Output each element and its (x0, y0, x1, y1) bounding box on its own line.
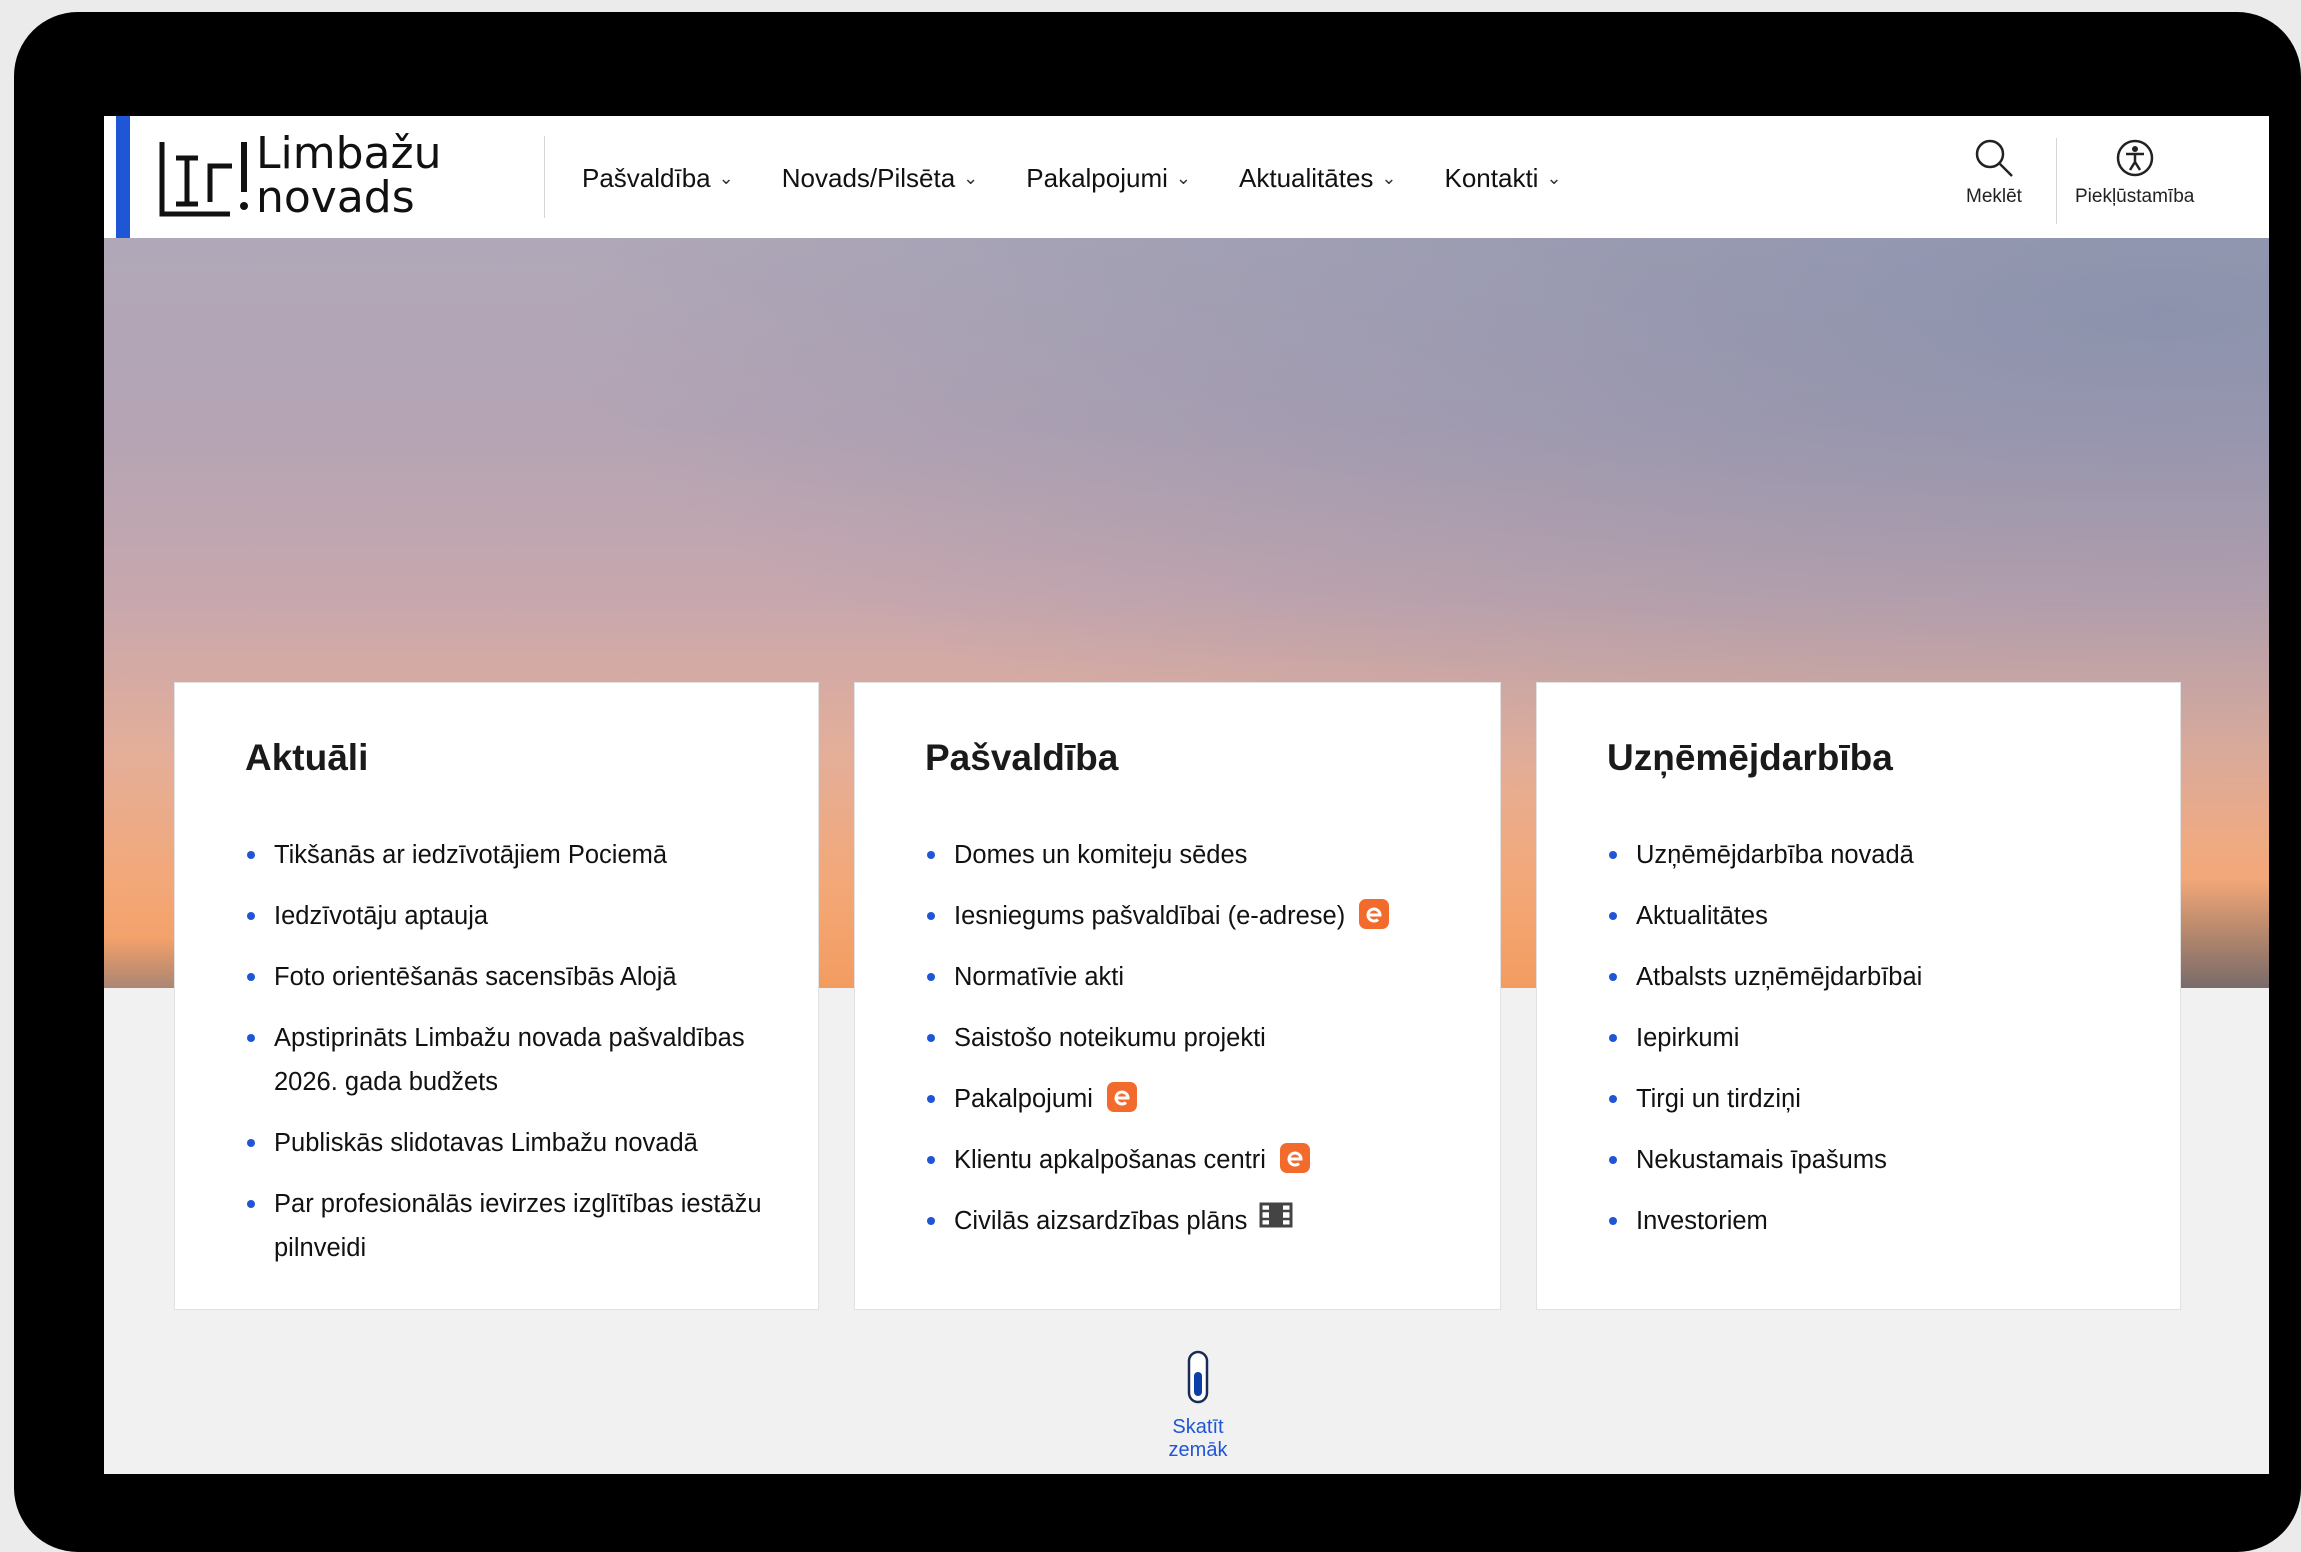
card-uznemejdarbiba: Uzņēmējdarbība Uzņēmējdarbība novadā Akt… (1536, 682, 2181, 1310)
link-label: Pakalpojumi (954, 1085, 1093, 1113)
card-title: Uzņēmējdarbība (1607, 737, 1893, 778)
search-label: Meklēt (1966, 186, 2022, 207)
site-header: Limbažu novads Pašvaldība ⌄ Novads/Pilsē… (104, 116, 2269, 238)
link-label: Iesniegums pašvaldībai (e-adrese) (954, 902, 1346, 930)
list-item[interactable]: Publiskās slidotavas Limbažu novadā (245, 1121, 778, 1165)
search-button[interactable]: Meklēt (1966, 130, 2022, 224)
device-frame: Limbažu novads Pašvaldība ⌄ Novads/Pilsē… (14, 12, 2301, 1552)
main-nav: Pašvaldība ⌄ Novads/Pilsēta ⌄ Pakalpojum… (582, 156, 1610, 200)
link-label: Iedzīvotāju aptauja (274, 902, 489, 930)
nav-item-label: Pakalpojumi (1026, 162, 1168, 193)
link-label: Tirgi un tirdziņi (1636, 1085, 1801, 1113)
list-item[interactable]: Domes un komiteju sēdes (925, 833, 1460, 877)
link-list: Uzņēmējdarbība novadā Aktualitātes Atbal… (1607, 833, 2140, 1260)
link-label: Tikšanās ar iedzīvotājiem Pociemā (274, 841, 668, 869)
logo-line1: Limbažu (256, 128, 442, 179)
nav-item-pasvaldiba[interactable]: Pašvaldība ⌄ (582, 163, 734, 194)
list-item[interactable]: Uzņēmējdarbība novadā (1607, 833, 2140, 877)
film-icon (1259, 1198, 1293, 1242)
card-title: Pašvaldība (925, 737, 1119, 778)
link-label: Civilās aizsardzības plāns (954, 1207, 1248, 1235)
list-item[interactable]: Atbalsts uzņēmējdarbībai (1607, 955, 2140, 999)
list-item[interactable]: Apstiprināts Limbažu novada pašvaldības … (245, 1016, 778, 1104)
nav-item-label: Pašvaldība (582, 162, 711, 193)
site-logo[interactable]: Limbažu novads (158, 132, 488, 224)
mouse-scroll-icon (1187, 1350, 1209, 1404)
list-item[interactable]: Investoriem (1607, 1199, 2140, 1243)
link-label: Uzņēmējdarbība novadā (1636, 841, 1914, 869)
link-list: Domes un komiteju sēdes Iesniegums pašva… (925, 833, 1460, 1260)
chevron-down-icon: ⌄ (718, 167, 734, 188)
list-item[interactable]: Tirgi un tirdziņi (1607, 1077, 2140, 1121)
nav-item-aktualitates[interactable]: Aktualitātes ⌄ (1239, 163, 1397, 194)
link-label: Par profesionālās ievirzes izglītības ie… (274, 1190, 762, 1262)
logo-mark-icon (159, 142, 248, 217)
list-item[interactable]: Normatīvie akti (925, 955, 1460, 999)
browser-viewport: Limbažu novads Pašvaldība ⌄ Novads/Pilsē… (104, 116, 2269, 1474)
card-title: Aktuāli (245, 737, 369, 778)
accessibility-button[interactable]: Piekļūstamība (2075, 130, 2194, 224)
list-item[interactable]: Aktualitātes (1607, 894, 2140, 938)
chevron-down-icon: ⌄ (1381, 167, 1397, 188)
search-icon (1972, 130, 2016, 186)
chevron-down-icon: ⌄ (1175, 167, 1191, 188)
list-item[interactable]: Iesniegums pašvaldībai (e-adrese) (925, 894, 1460, 938)
link-label: Domes un komiteju sēdes (954, 841, 1248, 869)
list-item[interactable]: Pakalpojumi (925, 1077, 1460, 1121)
link-label: Saistošo noteikumu projekti (954, 1024, 1266, 1052)
nav-item-novads-pilseta[interactable]: Novads/Pilsēta ⌄ (782, 163, 979, 194)
link-label: Nekustamais īpašums (1636, 1146, 1887, 1174)
nav-item-kontakti[interactable]: Kontakti ⌄ (1445, 163, 1562, 194)
list-item[interactable]: Civilās aizsardzības plāns (925, 1199, 1460, 1243)
list-item[interactable]: Par profesionālās ievirzes izglītības ie… (245, 1182, 778, 1270)
logo-line2: novads (256, 172, 415, 223)
tool-divider (2056, 138, 2057, 224)
chevron-down-icon: ⌄ (1546, 167, 1562, 188)
link-label: Foto orientēšanās sacensībās Alojā (274, 963, 677, 991)
list-item[interactable]: Klientu apkalpošanas centri (925, 1138, 1460, 1182)
e-service-icon (1106, 1082, 1137, 1113)
nav-item-label: Aktualitātes (1239, 162, 1374, 193)
link-label: Aktualitātes (1636, 902, 1768, 930)
scroll-down-label: Skatīt zemāk (1168, 1416, 1228, 1461)
scroll-down-button[interactable]: Skatīt zemāk (1156, 1350, 1240, 1462)
link-label: Publiskās slidotavas Limbažu novadā (274, 1129, 698, 1157)
e-service-icon (1359, 899, 1390, 930)
nav-item-label: Kontakti (1444, 162, 1539, 193)
link-list: Tikšanās ar iedzīvotājiem Pociemā Iedzīv… (245, 833, 778, 1287)
list-item[interactable]: Iedzīvotāju aptauja (245, 894, 778, 938)
link-label: Investoriem (1636, 1207, 1768, 1235)
nav-item-pakalpojumi[interactable]: Pakalpojumi ⌄ (1026, 163, 1191, 194)
list-item[interactable]: Saistošo noteikumu projekti (925, 1016, 1460, 1060)
nav-item-label: Novads/Pilsēta (781, 162, 956, 193)
list-item[interactable]: Iepirkumi (1607, 1016, 2140, 1060)
chevron-down-icon: ⌄ (963, 167, 979, 188)
link-label: Atbalsts uzņēmējdarbībai (1636, 963, 1923, 991)
list-item[interactable]: Nekustamais īpašums (1607, 1138, 2140, 1182)
link-label: Normatīvie akti (954, 963, 1125, 991)
accessibility-icon (2115, 130, 2155, 186)
card-pasvaldiba: Pašvaldība Domes un komiteju sēdes Iesni… (854, 682, 1501, 1310)
link-label: Iepirkumi (1636, 1024, 1740, 1052)
accessibility-label: Piekļūstamība (2075, 186, 2195, 207)
card-aktuali: Aktuāli Tikšanās ar iedzīvotājiem Pociem… (174, 682, 819, 1310)
list-item[interactable]: Tikšanās ar iedzīvotājiem Pociemā (245, 833, 778, 877)
hero-cloud (2179, 878, 2269, 988)
header-divider (544, 136, 545, 218)
list-item[interactable]: Foto orientēšanās sacensībās Alojā (245, 955, 778, 999)
link-label: Apstiprināts Limbažu novada pašvaldības … (274, 1024, 745, 1096)
accent-bar (116, 116, 130, 238)
e-service-icon (1279, 1143, 1310, 1174)
link-label: Klientu apkalpošanas centri (954, 1146, 1266, 1174)
